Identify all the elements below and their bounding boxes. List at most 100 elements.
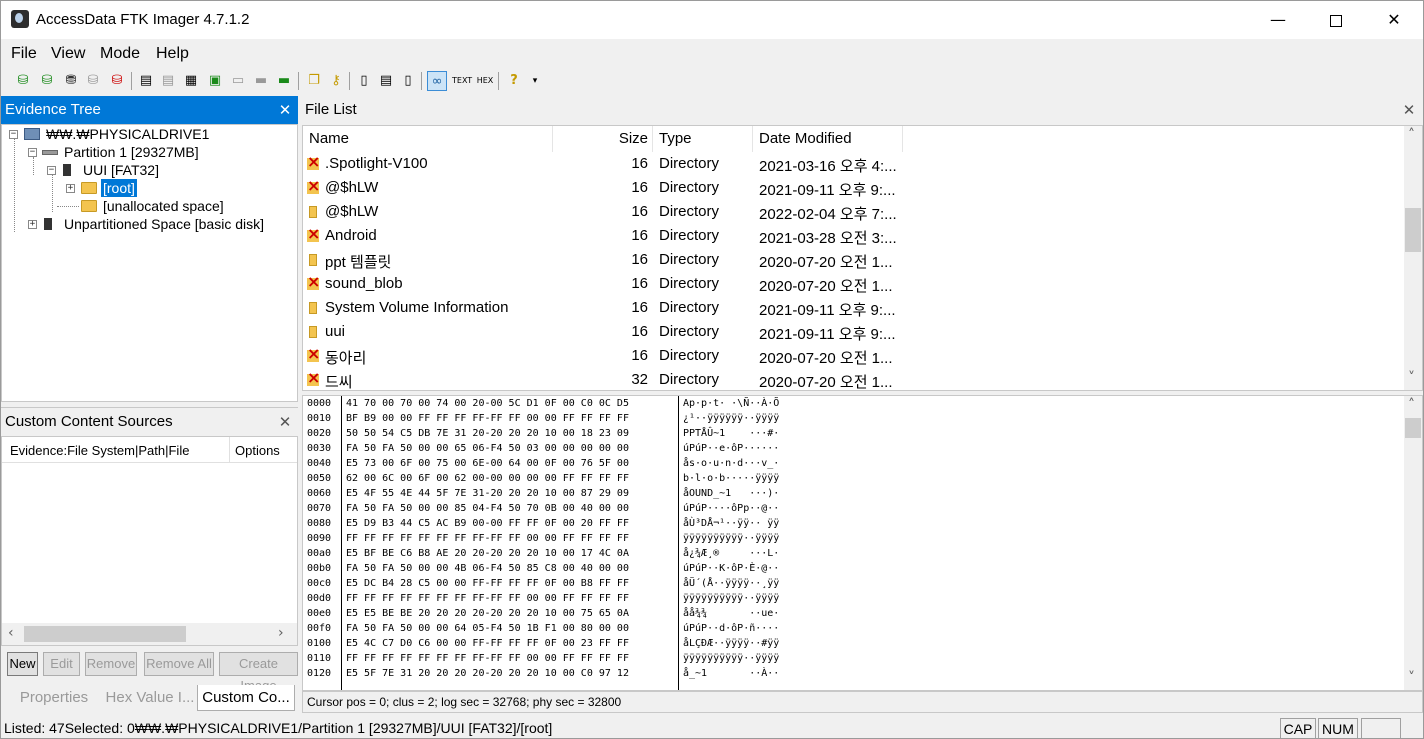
maximize-button[interactable] xyxy=(1307,1,1365,39)
obtain-protected-files-icon[interactable]: ▭ xyxy=(228,71,248,91)
column-header-size[interactable]: Size xyxy=(603,130,648,147)
file-name: 드씨 xyxy=(325,374,353,391)
scroll-down-icon[interactable]: ˅ xyxy=(1408,370,1415,386)
hex-offset: 0100 xyxy=(307,638,332,649)
evidence-tree-close-icon[interactable]: ✕ xyxy=(273,96,297,124)
detect-encryption-icon[interactable]: ▬ xyxy=(251,71,271,91)
file-list-row[interactable]: ppt 템플릿 16 Directory 2020-07-20 오전 1... xyxy=(303,248,1403,272)
custom-content-close-icon[interactable]: ✕ xyxy=(273,408,297,436)
close-button[interactable]: ✕ xyxy=(1365,1,1423,39)
scroll-down-icon[interactable]: ˅ xyxy=(1408,670,1415,686)
menu-mode[interactable]: Mode xyxy=(100,45,140,63)
hex-ascii: å_~1 ··À·· xyxy=(683,668,780,679)
edit-button[interactable]: Edit xyxy=(43,652,80,676)
text-view-icon[interactable]: TEXT xyxy=(452,71,472,91)
hex-ascii: ÿÿÿÿÿÿÿÿÿÿ··ÿÿÿÿ xyxy=(683,533,780,544)
hex-bytes: FF FF FF FF FF FF FF FF-FF FF 00 00 FF F… xyxy=(346,653,629,664)
new-button[interactable]: New xyxy=(7,652,38,676)
file-list-row[interactable]: 드씨 32 Directory 2020-07-20 오전 1... xyxy=(303,368,1403,391)
file-size: 16 xyxy=(631,155,648,172)
toolbar-separator xyxy=(498,72,499,90)
export-hash-list-icon[interactable]: ⚷ xyxy=(326,71,346,91)
file-date-modified: 2021-03-28 오전 3:... xyxy=(759,230,897,247)
file-size: 16 xyxy=(631,275,648,292)
hex-bytes: E5 E5 BE BE 20 20 20 20-20 20 20 10 00 7… xyxy=(346,608,629,619)
scroll-up-icon[interactable]: ˄ xyxy=(1408,127,1415,143)
remove-all-evidence-icon[interactable]: ⛁ xyxy=(107,71,127,91)
tab-properties[interactable]: Properties xyxy=(7,685,101,711)
scrollbar-thumb[interactable] xyxy=(1405,418,1421,438)
scroll-left-icon[interactable]: ‹ xyxy=(8,625,14,641)
chevron-down-icon[interactable]: ▾ xyxy=(525,71,545,91)
new-document-icon[interactable]: ▯ xyxy=(354,71,374,91)
toolbar: ⛁ ⛁ ⛃ ⛁ ⛁ ▤ ▤ ▦ ▣ ▭ ▬ ▬ ❐ ⚷ ▯ ▤ ▯ ∞ TEXT… xyxy=(1,67,1423,95)
scrollbar-thumb[interactable] xyxy=(1405,208,1421,252)
file-list-row[interactable]: System Volume Information 16 Directory 2021… xyxy=(303,296,1403,320)
minimize-button[interactable]: — xyxy=(1249,1,1307,39)
create-disk-image-icon[interactable]: ▤ xyxy=(136,71,156,91)
menu-file[interactable]: File xyxy=(11,45,37,63)
hex-view-icon[interactable]: HEX xyxy=(475,71,495,91)
tree-expand-toggle[interactable]: + xyxy=(66,184,75,193)
file-name: Android xyxy=(325,227,377,244)
help-icon[interactable]: ? xyxy=(504,71,524,91)
column-header-date-modified[interactable]: Date Modified xyxy=(759,130,852,147)
remove-evidence-icon[interactable]: ⛁ xyxy=(83,71,103,91)
file-list-row[interactable]: 동아리 16 Directory 2020-07-20 오전 1... xyxy=(303,344,1403,368)
file-name: uui xyxy=(325,323,346,340)
create-image-button[interactable]: Create Image xyxy=(219,652,298,693)
column-separator xyxy=(752,126,753,152)
column-header-options[interactable]: Options xyxy=(235,443,280,458)
tree-node-label: UUI [FAT32] xyxy=(83,162,159,178)
memory-chip-icon[interactable]: ▬ xyxy=(274,71,294,91)
horizontal-scrollbar[interactable]: ‹ › xyxy=(2,623,297,645)
file-type: Directory xyxy=(659,275,720,292)
hex-viewer[interactable]: 0000 41 70 00 70 00 74 00 20-00 5C D1 0F … xyxy=(302,395,1423,691)
hex-bytes: E5 5F 7E 31 20 20 20 20-20 20 20 10 00 C… xyxy=(346,668,629,679)
file-list-row[interactable]: .Spotlight-V100 16 Directory 2021-03-16 오후 … xyxy=(303,152,1403,176)
file-list-close-icon[interactable]: ✕ xyxy=(1397,96,1421,124)
file-date-modified: 2020-07-20 오전 1... xyxy=(759,350,893,367)
status-text: Listed: 47Selected: 0₩₩.₩PHYSICALDRIVE1/… xyxy=(4,720,553,736)
vertical-scrollbar[interactable]: ˄ ˅ xyxy=(1404,126,1422,390)
column-header-evidence[interactable]: Evidence:File System|Path|File xyxy=(10,443,189,458)
capture-memory-icon[interactable]: ▣ xyxy=(205,71,225,91)
export-disk-image-icon[interactable]: ▤ xyxy=(158,71,178,91)
export-directory-listing-icon[interactable]: ▤ xyxy=(376,71,396,91)
file-list-row[interactable]: @$hLW 16 Directory 2021-09-11 오후 9:... xyxy=(303,176,1403,200)
tree-collapse-toggle[interactable]: − xyxy=(47,166,56,175)
export-files-icon[interactable]: ❐ xyxy=(304,71,324,91)
remove-button[interactable]: Remove xyxy=(85,652,137,676)
menu-view[interactable]: View xyxy=(51,45,85,63)
partition-icon xyxy=(42,150,58,155)
num-lock-indicator: NUM xyxy=(1318,718,1358,738)
tree-collapse-toggle[interactable]: − xyxy=(9,130,18,139)
add-all-evidence-icon[interactable]: ⛁ xyxy=(37,71,57,91)
add-evidence-icon[interactable]: ⛁ xyxy=(13,71,33,91)
tree-expand-toggle[interactable]: + xyxy=(28,220,37,229)
tree-collapse-toggle[interactable]: − xyxy=(28,148,37,157)
scroll-right-icon[interactable]: › xyxy=(278,625,284,641)
column-header-type[interactable]: Type xyxy=(659,130,692,147)
tab-custom-content[interactable]: Custom Co... xyxy=(197,685,295,711)
file-type: Directory xyxy=(659,251,720,268)
file-list-row[interactable]: @$hLW 16 Directory 2022-02-04 오후 7:... xyxy=(303,200,1403,224)
column-header-name[interactable]: Name xyxy=(309,130,349,147)
scroll-up-icon[interactable]: ˄ xyxy=(1408,397,1415,413)
file-size: 32 xyxy=(631,371,648,388)
auto-view-icon[interactable]: ∞ xyxy=(427,71,447,91)
folder-icon xyxy=(81,200,97,212)
file-list-row[interactable]: sound_blob 16 Directory 2020-07-20 오전 1... xyxy=(303,272,1403,296)
remove-all-button[interactable]: Remove All xyxy=(144,652,214,676)
tab-hex-value-interpreter[interactable]: Hex Value I... xyxy=(103,685,197,711)
deleted-folder-icon xyxy=(307,152,320,171)
menu-help[interactable]: Help xyxy=(156,45,189,63)
file-list-row[interactable]: Android 16 Directory 2021-03-28 오전 3:... xyxy=(303,224,1403,248)
scrollbar-thumb[interactable] xyxy=(24,626,186,642)
copy-icon[interactable]: ▯ xyxy=(398,71,418,91)
export-logical-image-icon[interactable]: ▦ xyxy=(181,71,201,91)
file-list-row[interactable]: uui 16 Directory 2021-09-11 오후 9:... xyxy=(303,320,1403,344)
hex-offset: 00c0 xyxy=(307,578,332,589)
vertical-scrollbar[interactable]: ˄ ˅ xyxy=(1404,396,1422,690)
image-mounting-icon[interactable]: ⛃ xyxy=(61,71,81,91)
